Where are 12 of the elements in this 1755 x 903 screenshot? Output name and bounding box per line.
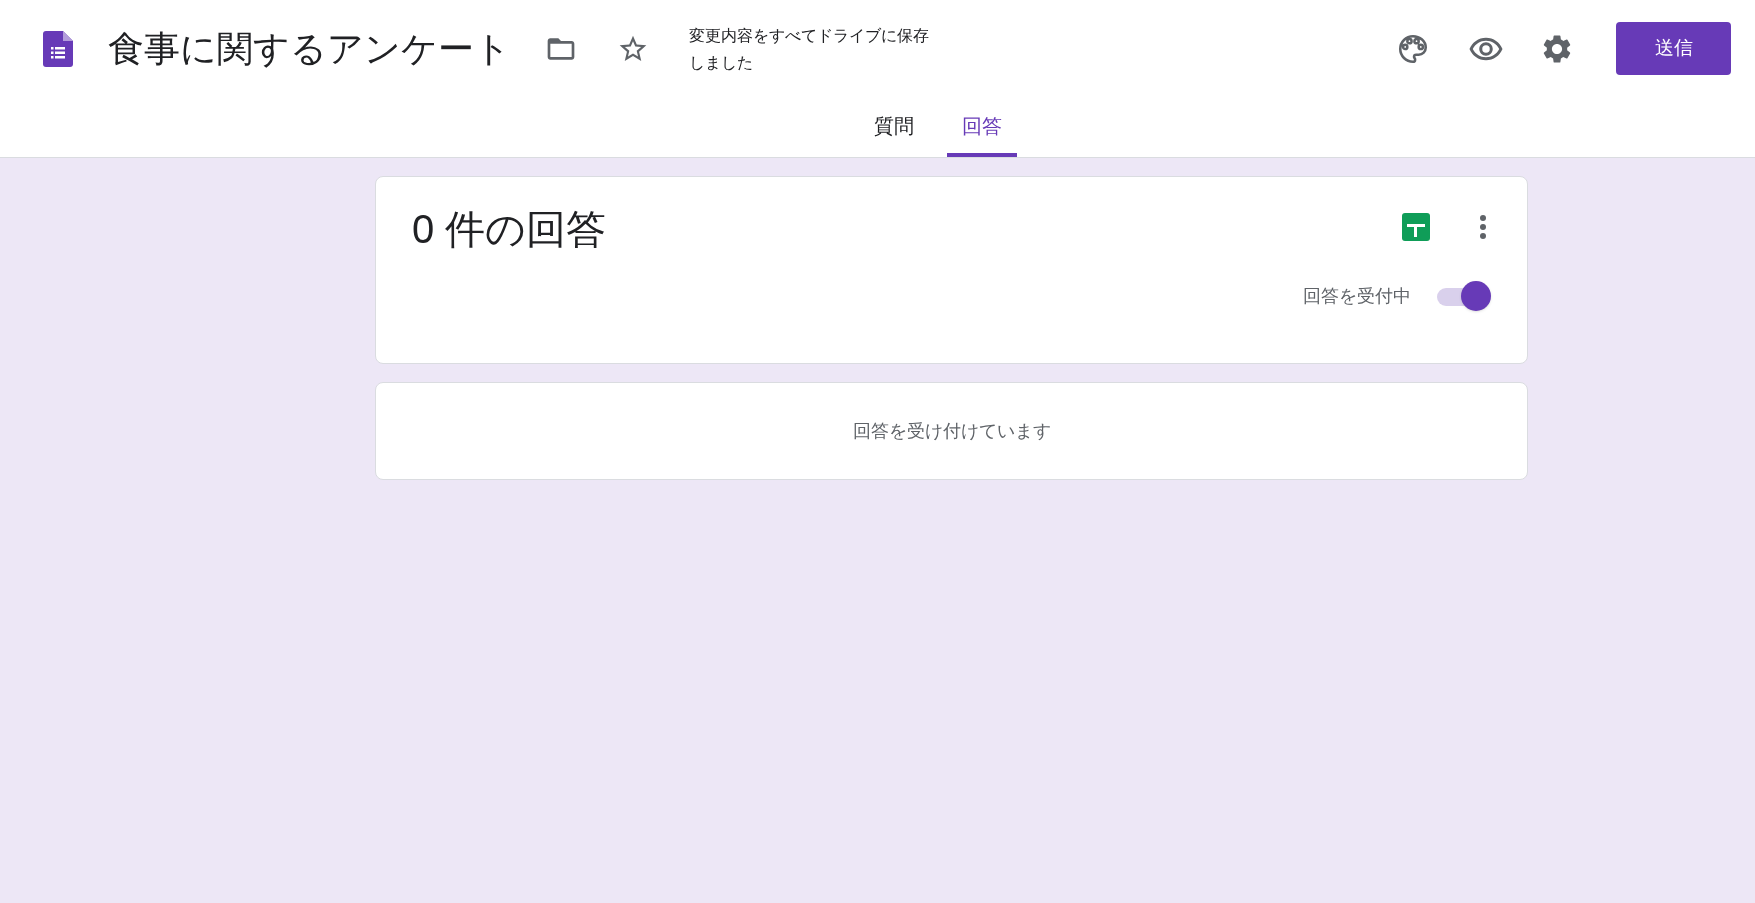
accepting-message: 回答を受け付けています [852,419,1051,443]
response-count: 0 件の回答 [412,206,607,253]
send-button[interactable]: 送信 [1616,22,1731,76]
more-options-icon[interactable] [1479,214,1487,240]
save-status: 変更内容をすべてドライブに保存しました [689,25,929,73]
spreadsheet-icon[interactable] [1402,213,1430,241]
forms-logo-icon[interactable] [43,30,73,67]
tab[interactable]: 質問 [858,97,929,157]
form-title[interactable]: 食事に関するアンケート [108,21,511,76]
accepting-toggle[interactable] [1435,281,1491,311]
accepting-responses-label: 回答を受付中 [1303,284,1411,308]
tab[interactable]: 回答 [946,97,1017,157]
